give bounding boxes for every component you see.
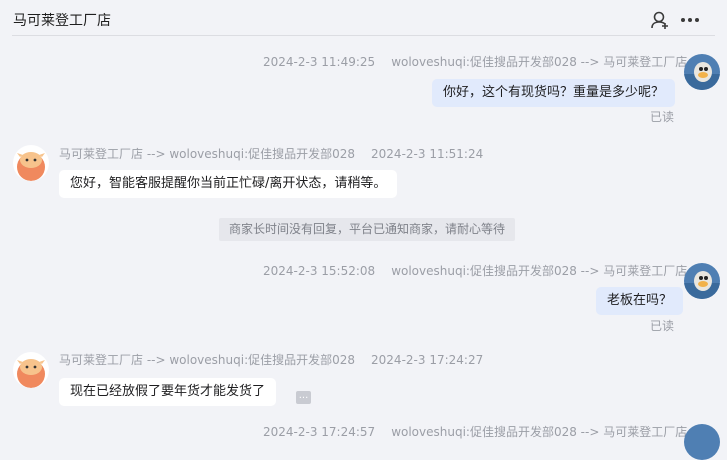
chat-bubble-outgoing[interactable]: 老板在吗？ xyxy=(596,287,684,315)
message-time: 2024-2-3 17:24:27 xyxy=(371,353,484,367)
user-icon[interactable] xyxy=(650,10,670,30)
message-meta: 马可莱登工厂店 --> woloveshuqi:促佳搜品开发部028 2024-2… xyxy=(59,145,483,162)
message-time: 2024-2-3 17:24:57 xyxy=(263,425,376,439)
message-meta: 2024-2-3 15:52:08 woloveshuqi:促佳搜品开发部028 … xyxy=(263,262,687,279)
message-meta: 2024-2-3 11:49:25 woloveshuqi:促佳搜品开发部028 … xyxy=(263,53,687,70)
more-options-icon[interactable]: ... xyxy=(296,391,311,404)
message-route: 马可莱登工厂店 --> woloveshuqi:促佳搜品开发部028 xyxy=(59,147,356,161)
read-status: 已读 xyxy=(650,110,675,124)
message-route: woloveshuqi:促佳搜品开发部028 --> 马可莱登工厂店 xyxy=(391,55,688,69)
message-route: 马可莱登工厂店 --> woloveshuqi:促佳搜品开发部028 xyxy=(59,353,356,367)
read-status: 已读 xyxy=(650,319,675,333)
chat-header: 马可莱登工厂店 xyxy=(0,0,727,36)
chat-bubble-incoming[interactable]: 您好，智能客服提醒你当前正忙碌/离开状态，请稍等。 xyxy=(59,170,398,198)
chat-bubble-outgoing[interactable]: 你好，这个有现货吗？重量是多少呢？ xyxy=(432,79,676,107)
avatar[interactable] xyxy=(684,424,720,460)
message-time: 2024-2-3 11:49:25 xyxy=(263,55,376,69)
shop-title: 马可莱登工厂店 xyxy=(13,13,111,29)
message-route: woloveshuqi:促佳搜品开发部028 --> 马可莱登工厂店 xyxy=(391,425,688,439)
message-route: woloveshuqi:促佳搜品开发部028 --> 马可莱登工厂店 xyxy=(391,264,688,278)
more-icon[interactable] xyxy=(680,10,700,30)
header-divider xyxy=(12,35,715,36)
avatar[interactable] xyxy=(13,352,49,388)
message-time: 2024-2-3 15:52:08 xyxy=(263,264,376,278)
chat-bubble-incoming[interactable]: 现在已经放假了要年货才能发货了 xyxy=(59,378,277,406)
message-meta: 马可莱登工厂店 --> woloveshuqi:促佳搜品开发部028 2024-2… xyxy=(59,351,483,368)
message-time: 2024-2-3 11:51:24 xyxy=(371,147,484,161)
system-notice: 商家长时间没有回复，平台已通知商家，请耐心等待 xyxy=(219,218,515,241)
avatar[interactable] xyxy=(13,145,49,181)
avatar[interactable] xyxy=(684,54,720,90)
avatar[interactable] xyxy=(684,263,720,299)
